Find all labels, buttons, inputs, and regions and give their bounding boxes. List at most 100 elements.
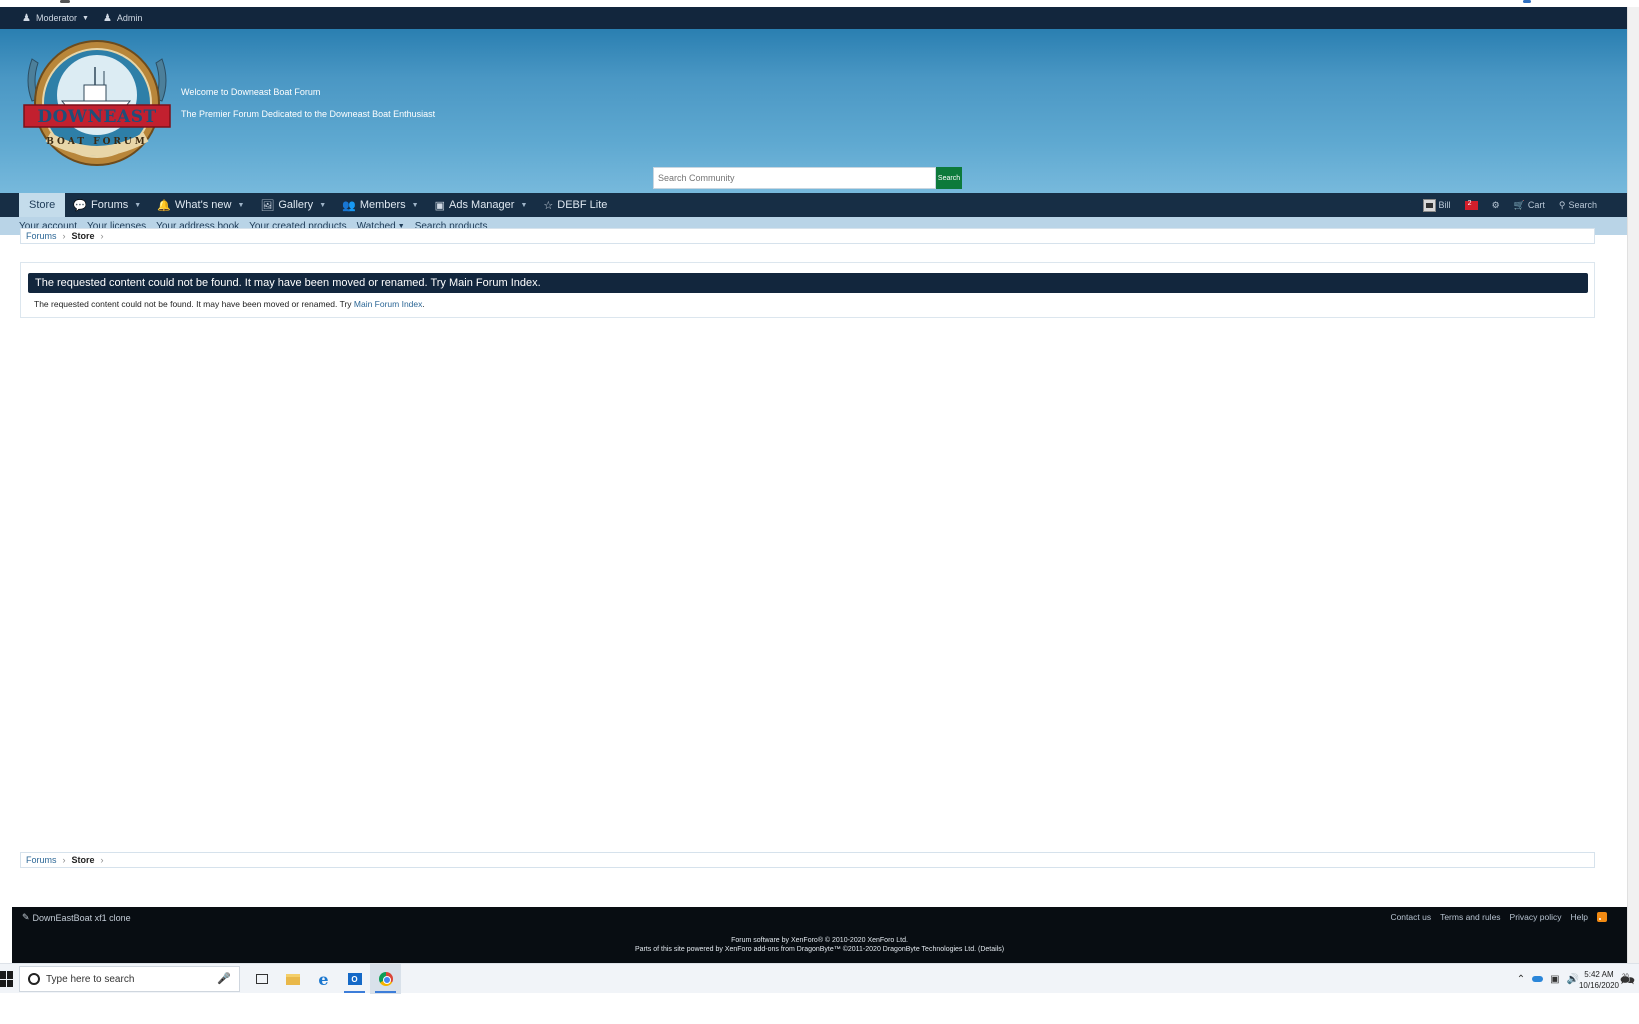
breadcrumb-bottom: Forums › Store › bbox=[20, 852, 1595, 868]
breadcrumb-store[interactable]: Store bbox=[72, 231, 95, 241]
style-chooser[interactable]: ✎ DownEastBoat xf1 clone bbox=[22, 912, 131, 923]
outlook-icon: O bbox=[347, 973, 362, 985]
site-header: DOWNEAST BOAT FORUM Welcome to Downeast … bbox=[0, 29, 1627, 193]
paint-brush-icon: ✎ bbox=[22, 912, 30, 922]
nav-tabs: Store 💬 Forums ▼ 🔔 What's new ▼ 🖼 Gallery ▼ 👥 Membe… bbox=[19, 193, 615, 217]
rss-icon[interactable] bbox=[1597, 912, 1607, 922]
footer-link-contact-us[interactable]: Contact us bbox=[1390, 912, 1431, 922]
nav-tab-label: What's new bbox=[174, 199, 232, 211]
browser-edge-mark bbox=[60, 0, 70, 3]
breadcrumb-store[interactable]: Store bbox=[72, 855, 95, 865]
main-nav: Store 💬 Forums ▼ 🔔 What's new ▼ 🖼 Gallery ▼ 👥 Membe… bbox=[0, 193, 1627, 217]
clock-date: 10/16/2020 bbox=[1578, 981, 1619, 990]
breadcrumb: Forums › Store › bbox=[20, 228, 1595, 244]
premier-tagline: The Premier Forum Dedicated to the Downe… bbox=[181, 109, 436, 119]
edge-button[interactable]: e bbox=[308, 964, 339, 994]
taskbar-apps: e O bbox=[246, 964, 401, 994]
taskbar-search[interactable]: Type here to search 🎤 bbox=[19, 966, 240, 992]
breadcrumb-forums[interactable]: Forums bbox=[26, 231, 57, 241]
cart-icon: 🛒 bbox=[1513, 199, 1525, 210]
logo-wordmark: DOWNEAST bbox=[37, 107, 157, 127]
users-icon: 👥 bbox=[342, 199, 356, 212]
footer: ✎ DownEastBoat xf1 clone Contact us Terms… bbox=[12, 907, 1627, 963]
user-shield-icon: ♟ bbox=[22, 12, 31, 24]
nav-user-area: Bill ⚙ 🛒 Cart ⚲ Search bbox=[1422, 193, 1597, 217]
nav-tab-label: DEBF Lite bbox=[557, 199, 608, 211]
user-name: Bill bbox=[1438, 200, 1451, 210]
alerts-button[interactable]: ⚙ bbox=[1492, 200, 1500, 211]
chevron-right-icon: › bbox=[62, 231, 66, 241]
nav-tab-label: Store bbox=[29, 199, 56, 211]
file-explorer-button[interactable] bbox=[277, 964, 308, 994]
staff-bar: ♟ Moderator ▼ ♟ Admin bbox=[0, 7, 1627, 29]
caret-down-icon: ▼ bbox=[82, 14, 89, 22]
nav-tab-debf-lite[interactable]: ☆ DEBF Lite bbox=[535, 193, 615, 217]
caret-down-icon[interactable]: ▼ bbox=[237, 202, 244, 209]
footer-link-terms-and-rules[interactable]: Terms and rules bbox=[1440, 912, 1500, 922]
chevron-right-icon: › bbox=[100, 855, 104, 865]
clock-time: 5:42 AM bbox=[1584, 970, 1614, 979]
error-text-end: . bbox=[422, 299, 425, 309]
chrome-icon bbox=[378, 972, 393, 986]
taskbar-search-placeholder: Type here to search bbox=[46, 973, 135, 985]
chrome-button[interactable] bbox=[370, 964, 401, 994]
nav-tab-label: Members bbox=[359, 199, 406, 211]
task-view-button[interactable] bbox=[246, 964, 277, 994]
chevron-right-icon: › bbox=[100, 231, 104, 241]
taskbar-clock[interactable]: 5:42 AM 10/16/2020 bbox=[1579, 969, 1619, 991]
copyright-line-2: Parts of this site powered by XenForo ad… bbox=[634, 946, 1005, 953]
avatar bbox=[1422, 198, 1436, 212]
network-icon[interactable]: ▣ bbox=[1550, 974, 1559, 985]
page: ♟ Moderator ▼ ♟ Admin DOWNEAST BOAT FORU… bbox=[0, 7, 1627, 970]
onedrive-icon[interactable] bbox=[1532, 976, 1544, 982]
task-view-icon bbox=[255, 974, 268, 984]
images-icon: 🖼 bbox=[260, 199, 275, 212]
search-button[interactable]: Search bbox=[936, 167, 962, 189]
nav-tab-forums[interactable]: 💬 Forums ▼ bbox=[65, 193, 149, 217]
outlook-button[interactable]: O bbox=[339, 964, 370, 994]
nav-search-button[interactable]: ⚲ Search bbox=[1559, 200, 1597, 211]
nav-tab-label: Gallery bbox=[278, 199, 314, 211]
downeast-logo[interactable] bbox=[18, 37, 176, 169]
nav-tab-gallery[interactable]: 🖼 Gallery ▼ bbox=[252, 193, 334, 217]
browser-top-edge bbox=[0, 0, 1639, 7]
main-forum-index-link[interactable]: Main Forum Index bbox=[354, 299, 423, 309]
nav-search-label: Search bbox=[1568, 200, 1597, 210]
moderator-menu[interactable]: ♟ Moderator ▼ bbox=[22, 13, 89, 24]
footer-link-help[interactable]: Help bbox=[1571, 912, 1588, 922]
chevron-right-icon: › bbox=[62, 855, 66, 865]
bell-icon: 🔔 bbox=[157, 199, 171, 212]
style-name: DownEastBoat xf1 clone bbox=[32, 912, 131, 923]
cart-button[interactable]: 🛒 Cart bbox=[1514, 200, 1545, 211]
windows-taskbar: Type here to search 🎤 e O ⌃ ▣ 🔊 5:42 AM … bbox=[0, 963, 1639, 994]
bell-icon: ⚙ bbox=[1491, 199, 1500, 210]
screen: ♟ Moderator ▼ ♟ Admin DOWNEAST BOAT FORU… bbox=[0, 0, 1639, 1024]
breadcrumb-forums[interactable]: Forums bbox=[26, 855, 57, 865]
conversations-button[interactable] bbox=[1464, 200, 1478, 210]
page-scrollbar[interactable] bbox=[1627, 7, 1639, 970]
user-menu[interactable]: Bill bbox=[1422, 198, 1451, 212]
caret-down-icon[interactable]: ▼ bbox=[134, 202, 141, 209]
volume-icon[interactable]: 🔊 bbox=[1567, 974, 1579, 985]
chevron-up-icon[interactable]: ⌃ bbox=[1517, 974, 1525, 985]
browser-edge-mark bbox=[1523, 0, 1531, 3]
nav-tab-members[interactable]: 👥 Members ▼ bbox=[334, 193, 426, 217]
ad-icon: ▣ bbox=[434, 199, 446, 212]
cortana-icon bbox=[28, 973, 40, 985]
action-center-icon[interactable]: 🗪 20 bbox=[1620, 971, 1635, 992]
nav-tab-ads-manager[interactable]: ▣ Ads Manager ▼ bbox=[427, 193, 536, 217]
nav-tab-store[interactable]: Store bbox=[19, 193, 66, 217]
nav-tab-what-s-new[interactable]: 🔔 What's new ▼ bbox=[149, 193, 252, 217]
caret-down-icon[interactable]: ▼ bbox=[319, 202, 326, 209]
welcome-tagline: Welcome to Downeast Boat Forum bbox=[181, 87, 321, 97]
admin-label: Admin bbox=[116, 13, 143, 23]
footer-link-privacy-policy[interactable]: Privacy policy bbox=[1510, 912, 1562, 922]
windows-start-icon[interactable] bbox=[0, 971, 14, 987]
search-community-input[interactable] bbox=[653, 167, 936, 189]
microphone-icon[interactable]: 🎤 bbox=[217, 972, 231, 985]
caret-down-icon[interactable]: ▼ bbox=[412, 202, 419, 209]
caret-down-icon[interactable]: ▼ bbox=[520, 202, 527, 209]
admin-link[interactable]: ♟ Admin bbox=[103, 13, 142, 24]
folder-icon bbox=[285, 973, 300, 985]
footer-links: Contact us Terms and rules Privacy policy H… bbox=[1390, 912, 1607, 922]
